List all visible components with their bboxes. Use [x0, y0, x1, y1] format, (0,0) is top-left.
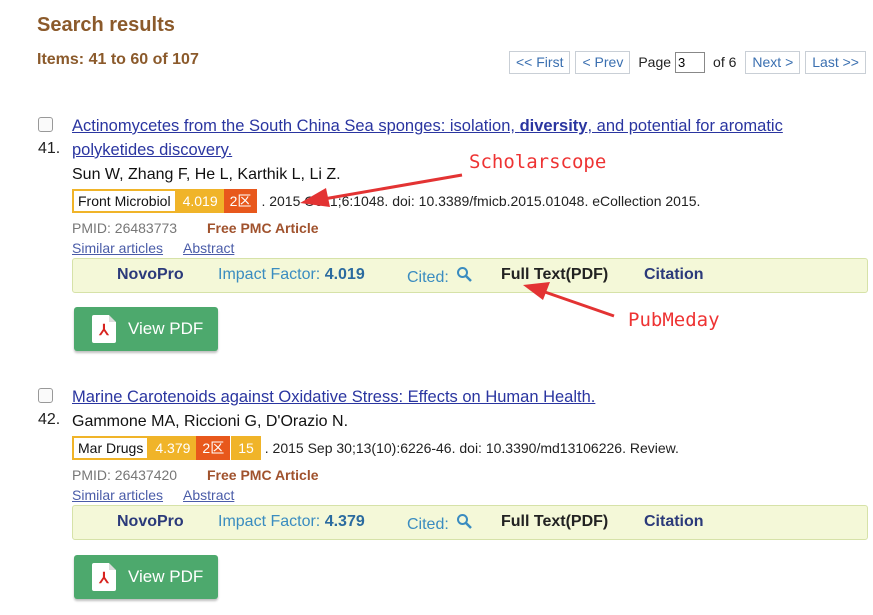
result-authors: Gammone MA, Riccioni G, D'Orazio N.	[72, 413, 349, 430]
quartile-badge: 2区	[196, 436, 231, 460]
novopro-toolbar: NovoPro Impact Factor: 4.379 Cited: Full…	[72, 505, 868, 540]
impact-factor: Impact Factor: 4.379	[218, 513, 365, 531]
similar-articles-link[interactable]: Similar articles	[72, 240, 163, 256]
abstract-link[interactable]: Abstract	[183, 487, 234, 503]
impact-factor-value: 4.379	[324, 513, 365, 530]
abstract-link[interactable]: Abstract	[183, 240, 234, 256]
citation-link[interactable]: Citation	[644, 513, 704, 531]
pubmeday-annotation: PubMeday	[628, 309, 720, 331]
novopro-link[interactable]: NovoPro	[117, 266, 184, 284]
citation-text: . 2015 Oct 1;6:1048. doi: 10.3389/fmicb.…	[261, 193, 701, 209]
pagination: << First < Prev Page of 6 Next > Last >>	[509, 50, 871, 74]
citation-line: Front Microbiol 4.019 2区 . 2015 Oct 1;6:…	[72, 189, 700, 213]
result-checkbox[interactable]	[38, 388, 53, 403]
result-number: 41.	[38, 140, 61, 157]
scholarscope-annotation: Scholarscope	[469, 151, 607, 173]
impact-factor-label: Impact Factor:	[218, 513, 325, 530]
journal-badge: Mar Drugs	[72, 436, 150, 460]
pdf-icon: ⅄	[92, 315, 116, 343]
citation-link[interactable]: Citation	[644, 266, 704, 284]
result-number: 42.	[38, 411, 61, 428]
journal-badge: Front Microbiol	[72, 189, 177, 213]
quartile-badge: 2区	[223, 189, 258, 213]
cited-button[interactable]: Cited:	[407, 266, 473, 287]
last-page-button[interactable]: Last >>	[805, 50, 866, 74]
cited-button[interactable]: Cited:	[407, 513, 473, 534]
view-pdf-button[interactable]: ⅄ View PDF	[74, 307, 218, 351]
pmid: PMID: 26483773	[72, 220, 178, 236]
impact-factor-badge: 4.379	[149, 436, 197, 460]
impact-factor-value: 4.019	[324, 266, 365, 283]
result-checkbox[interactable]	[38, 117, 53, 132]
title-highlight: diversity	[519, 117, 588, 135]
cites-badge: 15	[230, 436, 261, 460]
view-pdf-button[interactable]: ⅄ View PDF	[74, 555, 218, 599]
page-title: Search results	[37, 14, 175, 36]
free-pmc-link[interactable]: Free PMC Article	[207, 220, 319, 236]
pmid: PMID: 26437420	[72, 467, 178, 483]
result-title-link[interactable]: Actinomycetes from the South China Sea s…	[72, 114, 862, 162]
similar-articles-link[interactable]: Similar articles	[72, 487, 163, 503]
result-authors: Sun W, Zhang F, He L, Karthik L, Li Z.	[72, 166, 341, 183]
free-pmc-link[interactable]: Free PMC Article	[207, 467, 319, 483]
page-count: of 6	[713, 54, 737, 70]
view-pdf-label: View PDF	[128, 567, 204, 586]
result-links: Similar articles Abstract	[72, 487, 254, 503]
novopro-toolbar: NovoPro Impact Factor: 4.019 Cited: Full…	[72, 258, 868, 293]
next-page-button[interactable]: Next >	[745, 50, 801, 74]
cited-label: Cited:	[407, 516, 449, 533]
cited-label: Cited:	[407, 269, 449, 286]
full-text-pdf-link[interactable]: Full Text(PDF)	[501, 266, 608, 284]
impact-factor-badge: 4.019	[176, 189, 224, 213]
result-links: Similar articles Abstract	[72, 240, 254, 256]
prev-page-button[interactable]: < Prev	[575, 50, 631, 74]
items-summary: Items: 41 to 60 of 107	[37, 51, 199, 68]
impact-factor-label: Impact Factor:	[218, 266, 325, 283]
impact-factor: Impact Factor: 4.019	[218, 266, 365, 284]
novopro-link[interactable]: NovoPro	[117, 513, 184, 531]
title-part: Actinomycetes from the South China Sea s…	[72, 117, 520, 135]
page-label: Page	[638, 54, 672, 70]
citation-text: . 2015 Sep 30;13(10):6226-46. doi: 10.33…	[264, 440, 679, 456]
page-number-input[interactable]	[675, 51, 706, 73]
pdf-icon: ⅄	[92, 563, 116, 591]
citation-line: Mar Drugs 4.379 2区 15 . 2015 Sep 30;13(1…	[72, 436, 679, 460]
first-page-button[interactable]: << First	[509, 50, 571, 74]
search-icon	[457, 514, 473, 529]
view-pdf-label: View PDF	[128, 319, 204, 338]
full-text-pdf-link[interactable]: Full Text(PDF)	[501, 513, 608, 531]
result-title-link[interactable]: Marine Carotenoids against Oxidative Str…	[72, 385, 862, 409]
search-icon	[457, 267, 473, 282]
